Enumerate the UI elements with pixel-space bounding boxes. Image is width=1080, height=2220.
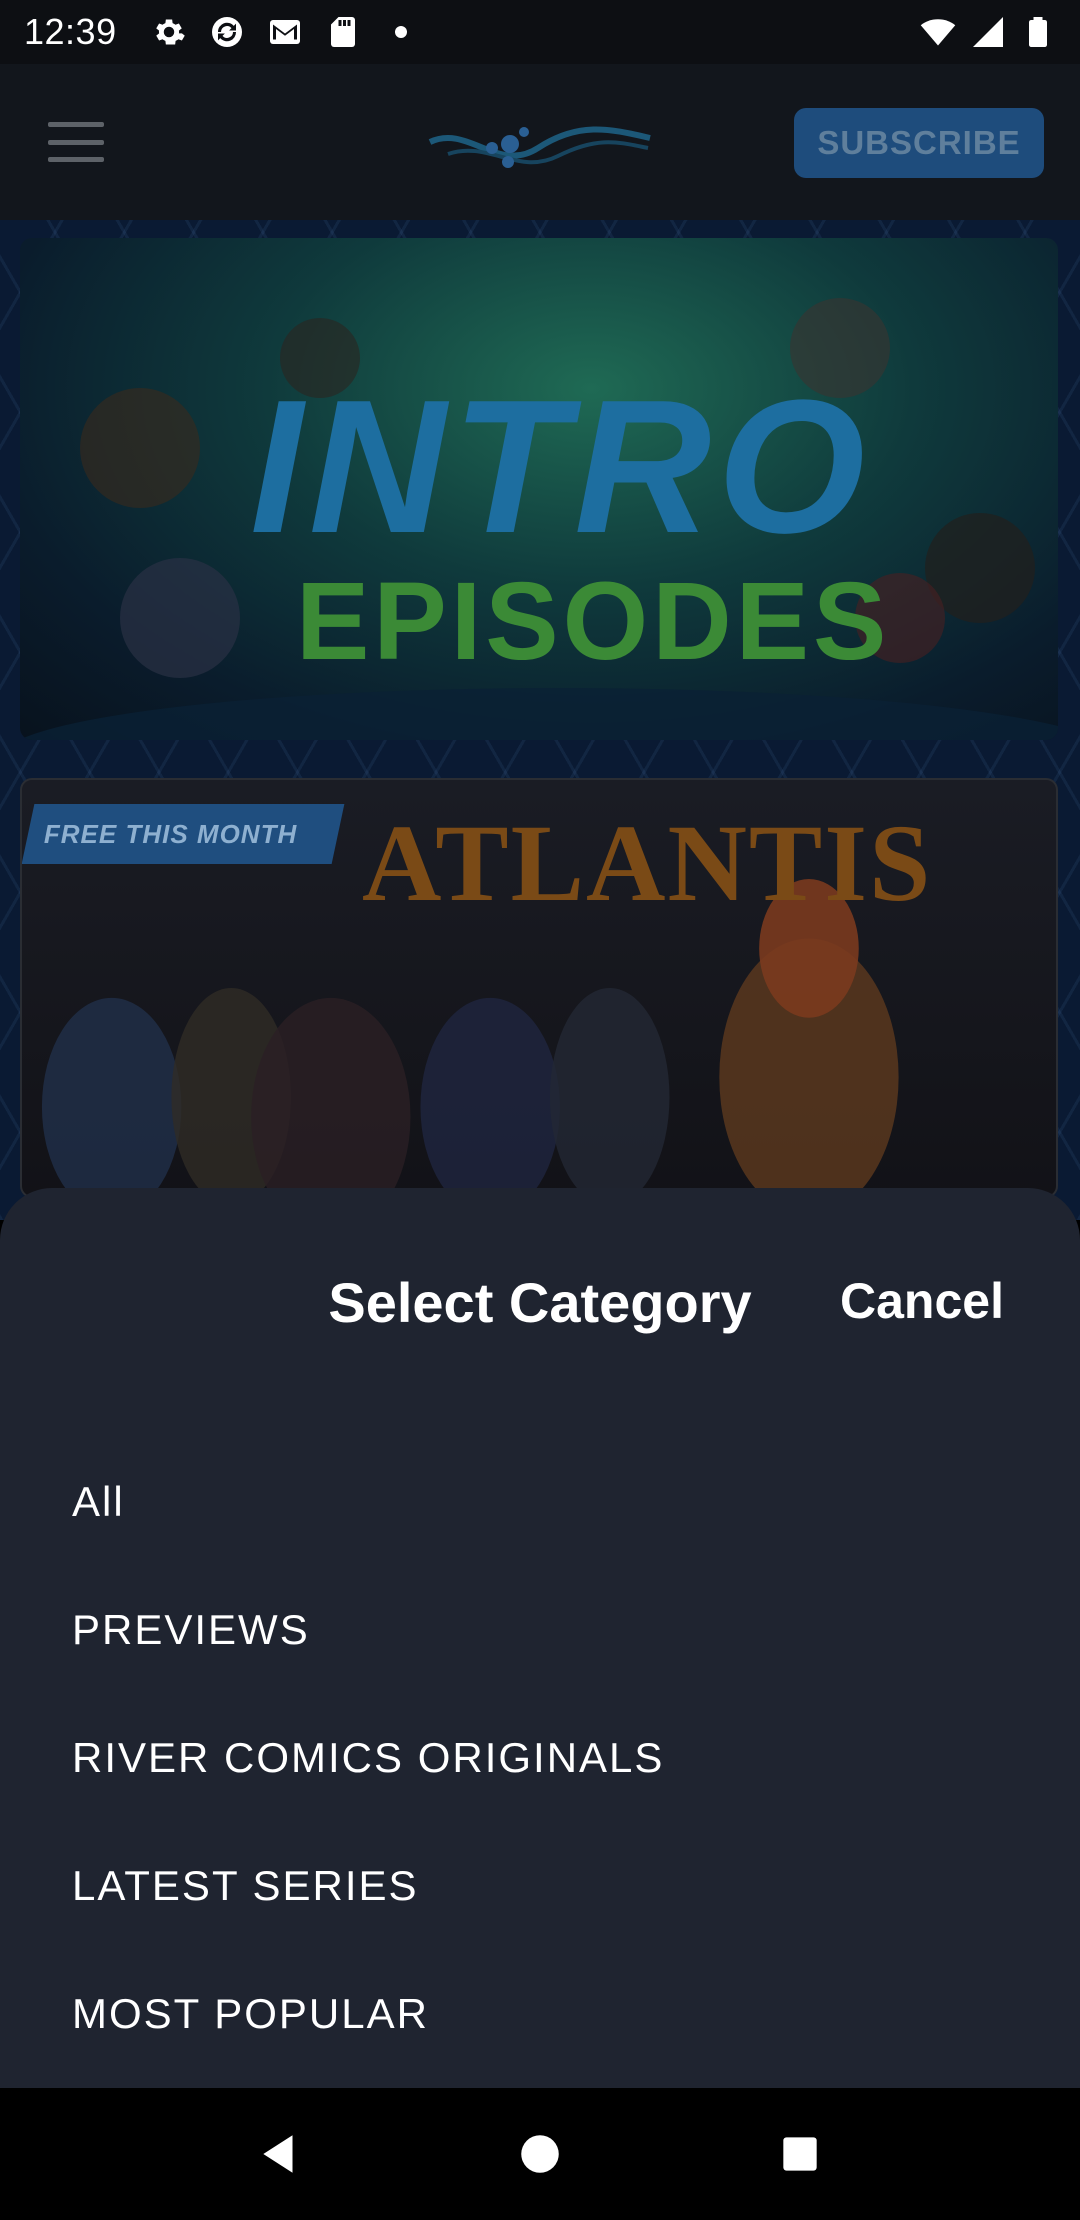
cancel-button[interactable]: Cancel	[840, 1272, 1004, 1330]
app-logo[interactable]	[428, 114, 652, 174]
intro-episodes-banner[interactable]: INTRO EPISODES	[20, 238, 1058, 740]
intro-subtitle: EPISODES	[296, 560, 891, 683]
category-item-previews[interactable]: PREVIEWS	[72, 1566, 1008, 1694]
select-category-sheet: Select Category Cancel All PREVIEWS RIVE…	[0, 1188, 1080, 2088]
category-item-most-popular[interactable]: MOST POPULAR	[72, 1950, 1008, 2078]
signal-icon	[970, 14, 1006, 50]
navigation-bar	[0, 2088, 1080, 2220]
atlantis-title: ATLANTIS	[362, 802, 933, 924]
home-icon[interactable]	[510, 2124, 570, 2184]
category-item-all[interactable]: All	[72, 1438, 1008, 1566]
category-item-latest-series[interactable]: LATEST SERIES	[72, 1822, 1008, 1950]
status-bar: 12:39	[0, 0, 1080, 64]
sync-icon	[209, 14, 245, 50]
recents-icon[interactable]	[770, 2124, 830, 2184]
battery-icon	[1020, 14, 1056, 50]
free-tag-label: FREE THIS MONTH	[44, 818, 298, 849]
gmail-icon	[267, 14, 303, 50]
status-icons-left	[151, 14, 419, 50]
status-time: 12:39	[24, 11, 117, 52]
menu-icon[interactable]	[48, 122, 104, 162]
wifi-icon	[920, 14, 956, 50]
status-icons-right	[920, 14, 1056, 50]
sd-card-icon	[325, 14, 361, 50]
back-icon[interactable]	[250, 2124, 310, 2184]
dot-icon	[383, 14, 419, 50]
category-item-river-comics-originals[interactable]: RIVER COMICS ORIGINALS	[72, 1694, 1008, 1822]
gear-icon	[151, 14, 187, 50]
intro-title: INTRO	[250, 361, 872, 573]
atlantis-banner[interactable]: FREE THIS MONTH ATLANTIS	[20, 778, 1058, 1198]
subscribe-button[interactable]: SUBSCRIBE	[794, 108, 1044, 178]
free-this-month-tag: FREE THIS MONTH	[22, 804, 345, 864]
category-list: All PREVIEWS RIVER COMICS ORIGINALS LATE…	[72, 1438, 1008, 2078]
app-header: SUBSCRIBE	[0, 64, 1080, 220]
